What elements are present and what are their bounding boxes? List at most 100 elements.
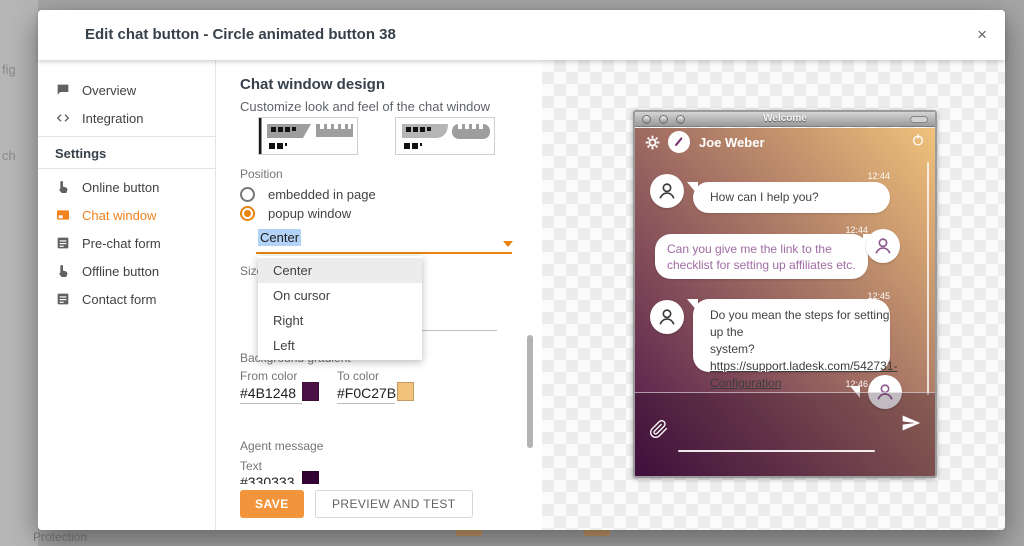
chat-bubble-icon: [55, 82, 71, 98]
message-text: Do you mean the steps for setting up the: [710, 307, 890, 341]
code-icon: [55, 110, 71, 126]
message-link: https://support.ladesk.com/542731-: [710, 358, 890, 375]
dialog-sidebar: Overview Integration Settings Online but…: [38, 60, 216, 530]
chat-window-preview: Welcome Joe Weber: [633, 110, 937, 478]
power-icon: [911, 133, 925, 152]
dimmed-background-panel: [0, 0, 38, 546]
theme-thumbnail-graphic: [396, 118, 494, 154]
agent-message-label: Agent message: [240, 439, 323, 453]
theme-thumbnail-rounded[interactable]: [395, 117, 495, 155]
pencil-icon: [672, 135, 686, 149]
chevron-down-icon[interactable]: [503, 241, 513, 247]
window-minimize-icon: [910, 116, 928, 123]
from-color-label: From color: [240, 369, 297, 383]
position-label: Position: [240, 167, 283, 181]
bubble-tail: [687, 299, 698, 312]
paperclip-icon: [649, 417, 669, 446]
form-heading: Chat window design: [240, 76, 385, 93]
preview-and-test-button[interactable]: PREVIEW AND TEST: [315, 490, 473, 518]
person-icon: [872, 235, 894, 257]
preview-window-titlebar: Welcome: [635, 112, 935, 127]
chat-input-bar: [635, 392, 935, 476]
from-color-swatch[interactable]: [302, 382, 319, 401]
radio-label: popup window: [268, 206, 351, 221]
send-icon: [899, 413, 923, 438]
position-select-input[interactable]: Center: [258, 229, 301, 246]
hand-pointer-icon: [55, 179, 71, 195]
sidebar-divider: [38, 168, 215, 169]
radio-embedded-in-page[interactable]: embedded in page: [240, 187, 376, 202]
dropdown-option-center[interactable]: Center: [258, 258, 422, 283]
to-color-label: To color: [337, 369, 379, 383]
message-text: checklist for setting up affiliates etc.: [667, 257, 868, 273]
from-color-underline: [240, 403, 302, 404]
message-text: How can I help you?: [693, 182, 890, 213]
sidebar-item-overview[interactable]: Overview: [38, 76, 215, 104]
background-protection-label: Protection: [33, 530, 87, 544]
background-text-fragment: ch: [2, 148, 16, 163]
radio-label: embedded in page: [268, 187, 376, 202]
radio-icon[interactable]: [240, 187, 255, 202]
dropdown-option-right[interactable]: Right: [258, 308, 422, 333]
visitor-message-avatar: [866, 229, 900, 263]
text-color-label: Text: [240, 459, 262, 473]
close-icon[interactable]: ×: [977, 25, 987, 45]
sidebar-item-label: Online button: [82, 180, 159, 195]
to-color-underline: [337, 403, 395, 404]
sidebar-item-integration[interactable]: Integration: [38, 104, 215, 132]
form-subheading: Customize look and feel of the chat wind…: [240, 99, 490, 114]
message-text: system?: [710, 341, 890, 358]
background-text-fragment: fig: [2, 62, 16, 77]
visitor-message-bubble: Can you give me the link to the checklis…: [655, 234, 868, 279]
save-button[interactable]: SAVE: [240, 490, 304, 518]
edit-chat-button-dialog: Edit chat button - Circle animated butto…: [38, 10, 1005, 530]
sidebar-item-contact-form[interactable]: Contact form: [38, 285, 215, 313]
agent-message-avatar: [650, 174, 684, 208]
dialog-titlebar: Edit chat button - Circle animated butto…: [38, 10, 1005, 60]
message-timestamp: 12:46: [635, 379, 868, 389]
person-icon: [656, 306, 678, 328]
gear-icon: [645, 135, 660, 150]
agent-message-bubble: How can I help you?: [693, 182, 890, 213]
sidebar-item-label: Pre-chat form: [82, 236, 161, 251]
form-icon: [55, 235, 71, 251]
sidebar-item-label: Chat window: [82, 208, 156, 223]
dialog-title: Edit chat button - Circle animated butto…: [85, 26, 396, 43]
chat-header: Joe Weber: [635, 128, 935, 156]
agent-message-bubble: Do you mean the steps for setting up the…: [693, 299, 890, 372]
person-icon: [656, 180, 678, 202]
form-icon: [55, 291, 71, 307]
sidebar-item-offline-button[interactable]: Offline button: [38, 257, 215, 285]
sidebar-item-label: Integration: [82, 111, 143, 126]
bubble-tail: [687, 182, 698, 195]
agent-message-avatar: [650, 300, 684, 334]
to-color-input[interactable]: #F0C27B: [337, 385, 396, 401]
sidebar-item-online-button[interactable]: Online button: [38, 173, 215, 201]
hand-pointer-icon: [55, 263, 71, 279]
sidebar-section-settings: Settings: [55, 146, 106, 161]
radio-popup-window[interactable]: popup window: [240, 206, 351, 221]
message-text: Can you give me the link to the: [667, 241, 868, 257]
theme-thumbnail-graphic: [259, 118, 357, 154]
sidebar-item-chat-window[interactable]: Chat window: [38, 201, 215, 229]
to-color-swatch[interactable]: [397, 382, 414, 401]
preview-window-title: Welcome: [635, 113, 935, 124]
agent-name: Joe Weber: [699, 135, 765, 150]
chat-preview-panel: Welcome Joe Weber: [542, 60, 1005, 530]
radio-selected-icon[interactable]: [240, 206, 255, 221]
chat-input-underline: [678, 450, 875, 452]
chat-window-icon: [55, 207, 71, 223]
sidebar-item-pre-chat-form[interactable]: Pre-chat form: [38, 229, 215, 257]
dropdown-option-left[interactable]: Left: [258, 333, 422, 358]
position-dropdown-menu: Center On cursor Right Left: [258, 256, 422, 360]
sidebar-item-label: Overview: [82, 83, 136, 98]
from-color-input[interactable]: #4B1248: [240, 385, 296, 401]
dropdown-option-on-cursor[interactable]: On cursor: [258, 283, 422, 308]
theme-thumbnail-classic[interactable]: [258, 117, 358, 155]
form-scrollbar[interactable]: [527, 335, 533, 448]
sidebar-divider: [38, 136, 215, 137]
chat-window-design-form: Chat window design Customize look and fe…: [216, 60, 542, 530]
form-footer: SAVE PREVIEW AND TEST: [216, 484, 542, 530]
agent-avatar: [668, 131, 690, 153]
chat-body: Joe Weber 12:44 How can I help you?: [635, 128, 935, 476]
